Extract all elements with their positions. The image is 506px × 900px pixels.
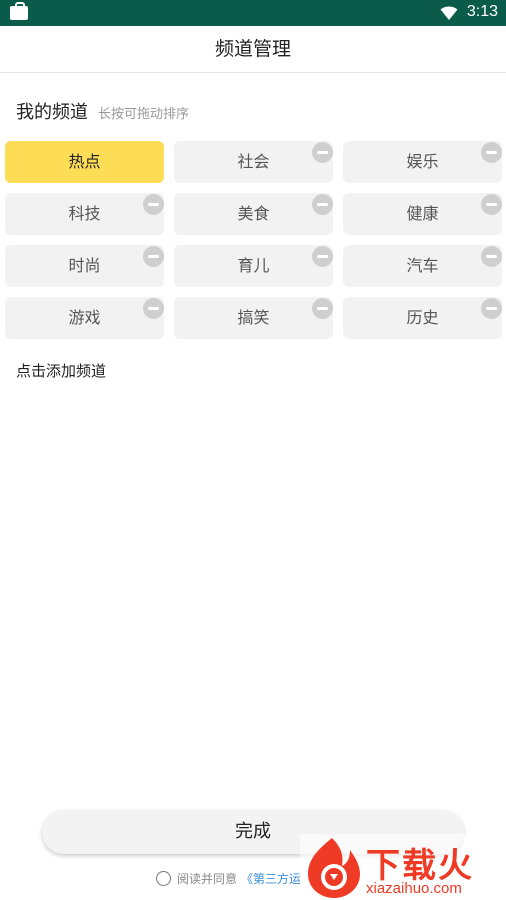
channel-chip-hot[interactable]: 热点 [5,141,164,183]
agree-text: 阅读并同意 [177,871,238,886]
channel-label: 健康 [406,204,439,223]
remove-icon[interactable] [481,298,502,319]
wifi-icon [440,6,458,20]
remove-icon[interactable] [312,298,333,319]
remove-icon[interactable] [143,194,164,215]
channel-chip-fashion[interactable]: 时尚 [5,245,164,287]
sort-hint: 长按可拖动排序 [98,107,190,122]
channel-chip-funny[interactable]: 搞笑 [174,297,333,339]
remove-icon[interactable] [481,246,502,267]
remove-icon[interactable] [312,194,333,215]
channel-label: 热点 [68,152,101,171]
shopping-bag-icon [10,2,28,20]
channel-grid: 热点 社会 娱乐 科技 美食 健康 时尚 育儿 汽车 游戏 搞笑 历史 [5,141,502,341]
watermark: 下载火 xiazaihuo.com [300,834,506,900]
remove-icon[interactable] [312,142,333,163]
agreement-row: 阅读并同意 《第三方运 [156,869,301,887]
channel-label: 搞笑 [237,308,270,327]
channel-label: 游戏 [68,308,101,327]
channel-chip-games[interactable]: 游戏 [5,297,164,339]
channel-chip-tech[interactable]: 科技 [5,193,164,235]
my-channels-header: 我的频道 长按可拖动排序 [16,98,189,124]
title-bar: 频道管理 [0,26,506,73]
channel-label: 科技 [68,204,101,223]
add-channel-label: 点击添加频道 [16,362,107,380]
channel-label: 美食 [237,204,270,223]
channel-chip-auto[interactable]: 汽车 [343,245,502,287]
remove-icon[interactable] [143,298,164,319]
remove-icon[interactable] [481,142,502,163]
channel-chip-food[interactable]: 美食 [174,193,333,235]
status-bar: 3:13 [0,0,506,26]
remove-icon[interactable] [312,246,333,267]
remove-icon[interactable] [143,246,164,267]
watermark-url: xiazaihuo.com [366,880,462,897]
terms-link[interactable]: 《第三方运 [241,870,301,887]
remove-icon[interactable] [481,194,502,215]
channel-label: 育儿 [237,256,270,275]
status-time: 3:13 [466,3,498,20]
channel-label: 时尚 [68,256,101,275]
page-title: 频道管理 [214,38,291,60]
agree-radio[interactable] [156,870,171,886]
channel-label: 汽车 [406,256,439,275]
channel-label: 社会 [237,152,270,171]
my-channels-heading: 我的频道 [16,102,88,123]
channel-label: 历史 [406,308,439,327]
channel-label: 娱乐 [406,152,439,171]
channel-chip-entertainment[interactable]: 娱乐 [343,141,502,183]
channel-chip-parenting[interactable]: 育儿 [174,245,333,287]
channel-chip-history[interactable]: 历史 [343,297,502,339]
channel-chip-health[interactable]: 健康 [343,193,502,235]
channel-chip-society[interactable]: 社会 [174,141,333,183]
